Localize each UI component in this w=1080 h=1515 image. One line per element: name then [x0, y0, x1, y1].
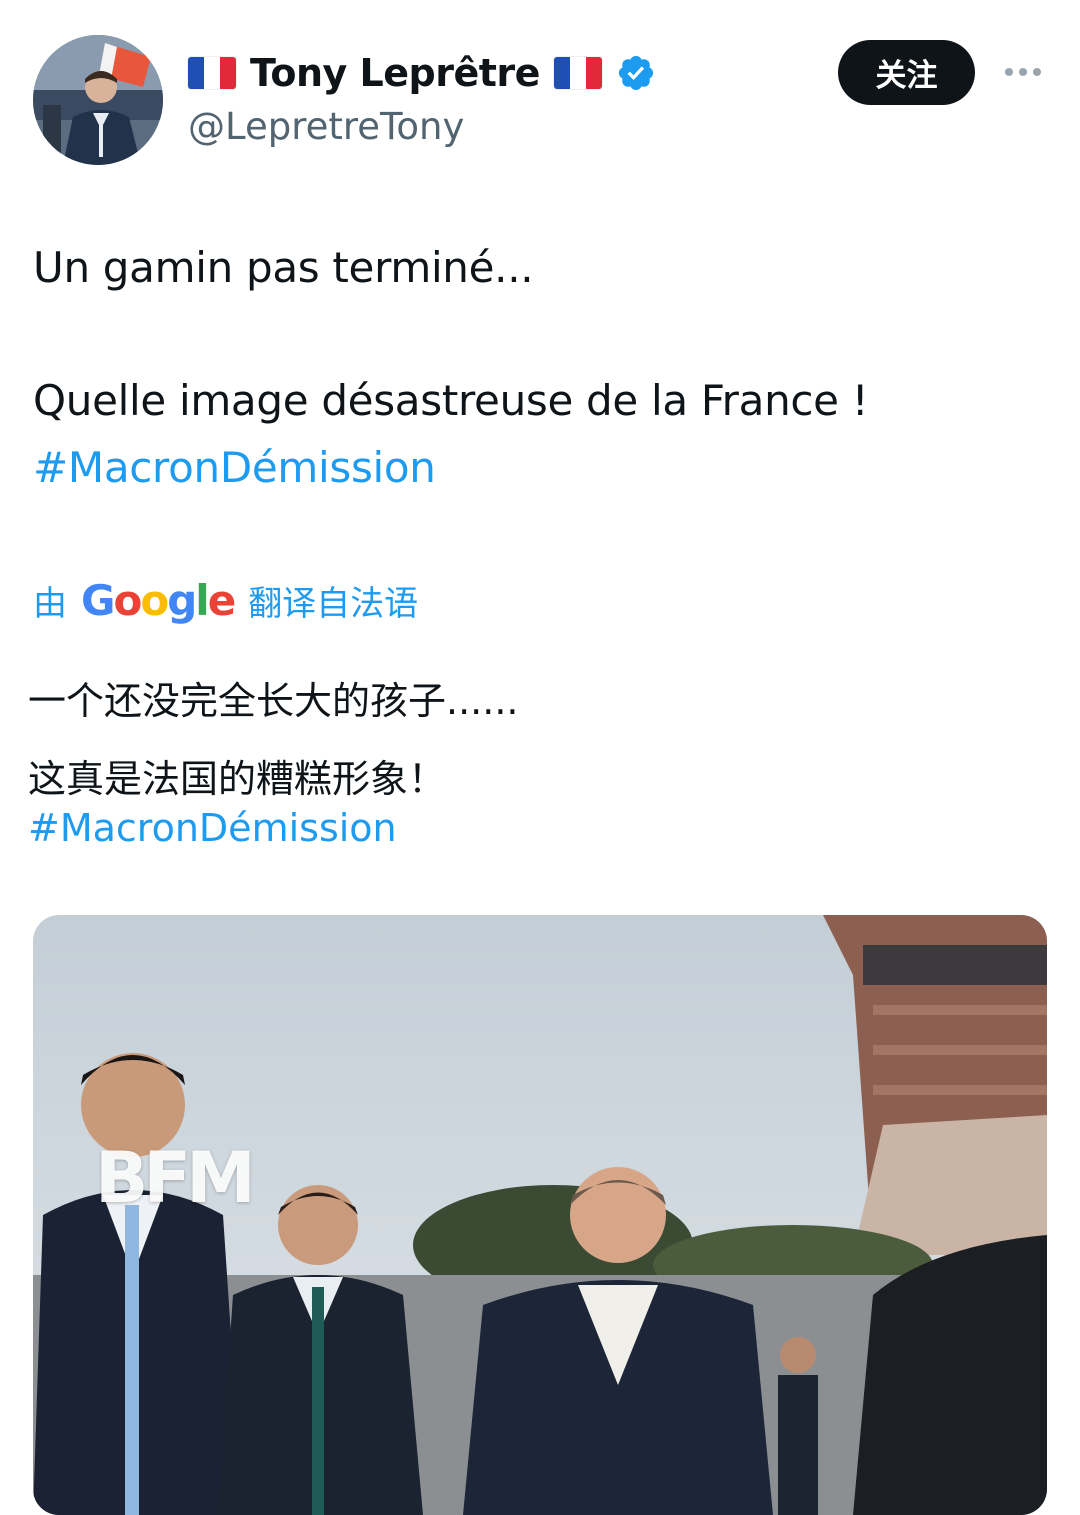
bfm-watermark: BFM — [95, 1137, 256, 1219]
translated-hashtag-link[interactable]: #MacronDémission — [28, 806, 397, 850]
translated-text-line-2: 这真是法国的糟糕形象！ — [28, 757, 447, 801]
more-dot — [1033, 68, 1041, 76]
hashtag-link[interactable]: #MacronDémission — [33, 443, 436, 492]
author-avatar[interactable] — [33, 35, 163, 165]
more-dot — [1005, 68, 1013, 76]
translated-text-line-1: 一个还没完全长大的孩子...... — [28, 679, 519, 723]
verified-badge-icon — [618, 55, 654, 91]
translated-by-label: 由 — [33, 583, 67, 624]
follow-button[interactable]: 关注 — [838, 40, 975, 105]
tweet-text-line-1: Un gamin pas terminé... — [33, 243, 534, 292]
author-name-row[interactable]: Tony Leprêtre — [188, 45, 656, 101]
france-flag-icon — [553, 57, 602, 89]
translated-from-label: 翻译自法语 — [248, 583, 419, 624]
more-options-icon[interactable] — [996, 50, 1050, 94]
translation-attribution[interactable]: 由 Google 翻译自法语 — [33, 574, 418, 626]
tweet-media-image[interactable]: BFM — [33, 915, 1047, 1515]
more-dot — [1019, 68, 1027, 76]
france-flag-icon — [188, 57, 236, 89]
author-display-name[interactable]: Tony Leprêtre — [250, 51, 540, 95]
google-logo: Google — [81, 575, 236, 625]
author-handle[interactable]: @LepretreTony — [188, 105, 464, 148]
tweet-text-line-2: Quelle image désastreuse de la France ! — [33, 376, 869, 425]
avatar-image — [33, 35, 163, 165]
